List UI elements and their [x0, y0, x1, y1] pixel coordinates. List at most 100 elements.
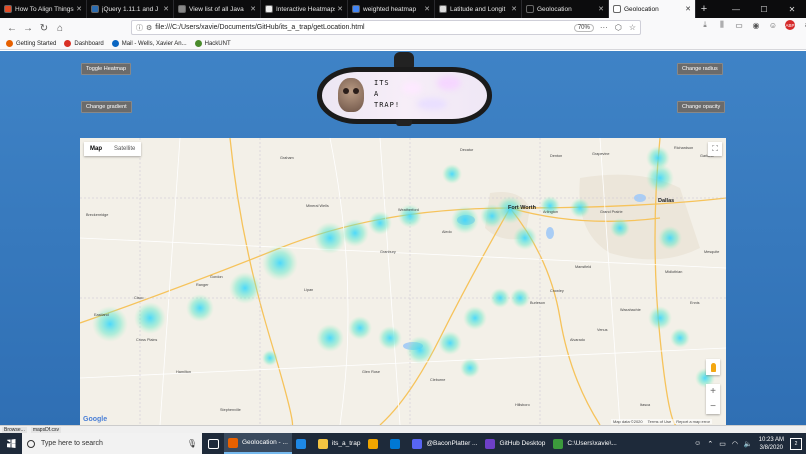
- bookmark-item[interactable]: Getting Started: [6, 40, 56, 47]
- start-button[interactable]: [0, 433, 22, 454]
- tab-favicon-icon: [439, 5, 447, 13]
- zoom-control: + −: [706, 384, 720, 414]
- city-label: Midlothian: [665, 270, 683, 274]
- city-label: Arlington: [543, 210, 558, 214]
- browser-tab[interactable]: Latitude and Longit ✕: [435, 0, 522, 18]
- taskbar-app[interactable]: @BaconPlatter ...: [408, 433, 481, 454]
- minimize-icon[interactable]: —: [722, 0, 750, 18]
- city-label: Burleson: [530, 301, 545, 305]
- browser-tab[interactable]: How To Align Things ✕: [0, 0, 87, 18]
- city-label: Breckenridge: [86, 213, 109, 217]
- google-logo[interactable]: Google: [83, 416, 107, 423]
- map-type-satellite-button[interactable]: Satellite: [108, 142, 141, 156]
- zoom-level[interactable]: 70%: [573, 23, 594, 32]
- browser-tab[interactable]: Interactive Heatmaps w✕: [261, 0, 348, 18]
- info-icon[interactable]: ⓘ: [136, 23, 143, 33]
- city-label: Cross Plains: [136, 338, 158, 342]
- tab-label: Geolocation: [624, 5, 659, 13]
- map-type-control[interactable]: Map Satellite: [84, 142, 142, 156]
- taskbar-app[interactable]: Geolocation - ...: [224, 433, 292, 454]
- map-type-map-button[interactable]: Map: [84, 142, 108, 156]
- tab-close-icon[interactable]: ✕: [76, 5, 82, 13]
- pocket-icon[interactable]: ⬡: [615, 23, 622, 32]
- taskbar-app[interactable]: [386, 433, 408, 454]
- browser-tab[interactable]: jQuery 1.11.1 and J ✕: [87, 0, 174, 18]
- sync-icon[interactable]: ☺: [768, 21, 778, 30]
- heatmap-map[interactable]: Fort Worth Dallas Garland Arlington Grand Pr…: [80, 138, 726, 425]
- tab-favicon-icon: [265, 5, 273, 13]
- downloaded-file[interactable]: mapsDf.csv: [30, 426, 61, 433]
- map-attribution: Map data ©2020 Terms of Use Report a map…: [611, 419, 712, 424]
- bookmarks-toolbar: Getting Started Dashboard Mail - Wells, Xa…: [0, 38, 806, 50]
- bookmark-icon: [6, 40, 13, 47]
- city-label: Denton: [550, 154, 563, 158]
- change-radius-button[interactable]: Change radius: [677, 63, 723, 75]
- adblock-icon[interactable]: ABP: [785, 20, 795, 30]
- downloads-icon[interactable]: ⤓: [700, 20, 710, 30]
- wifi-icon[interactable]: ◠: [732, 440, 738, 448]
- tab-close-icon[interactable]: ✕: [337, 5, 343, 13]
- tab-close-icon[interactable]: ✕: [163, 5, 169, 13]
- map-canvas[interactable]: [80, 138, 726, 425]
- browse-button[interactable]: Browse...: [2, 426, 27, 433]
- clock[interactable]: 10:23 AM 3/8/2020: [759, 436, 784, 452]
- search-icon: [27, 439, 35, 448]
- home-icon[interactable]: ⌂: [52, 20, 68, 36]
- tab-close-icon[interactable]: ✕: [250, 5, 256, 13]
- terms-link[interactable]: Terms of Use: [648, 419, 672, 424]
- bookmark-item[interactable]: Dashboard: [64, 40, 104, 47]
- tab-close-icon[interactable]: ✕: [685, 5, 691, 13]
- page-actions-icon[interactable]: ···: [600, 23, 608, 32]
- task-view-icon[interactable]: [202, 433, 224, 454]
- taskbar-app[interactable]: [292, 433, 314, 454]
- browser-tab[interactable]: Geolocation ✕: [609, 0, 696, 18]
- reload-icon[interactable]: ↻: [36, 20, 52, 36]
- toggle-heatmap-button[interactable]: Toggle Heatmap: [81, 63, 132, 75]
- taskbar-search[interactable]: Type here to search 🎙: [22, 433, 202, 454]
- system-tray: ☺ ⌃ ▭ ◠ 🔈 10:23 AM 3/8/2020 2: [694, 436, 806, 452]
- library-icon[interactable]: ⫼: [717, 20, 727, 30]
- tab-favicon-icon: [613, 5, 621, 13]
- bookmark-star-icon[interactable]: ☆: [629, 23, 636, 32]
- browser-tab[interactable]: View list of all Java ✕: [174, 0, 261, 18]
- taskbar-app[interactable]: GitHub Desktop: [481, 433, 549, 454]
- browser-tab[interactable]: weighted heatmap ✕: [348, 0, 435, 18]
- tab-label: Geolocation: [537, 5, 572, 13]
- close-window-icon[interactable]: ✕: [778, 0, 806, 18]
- city-label: Mansfield: [575, 265, 592, 269]
- street-view-pegman-icon[interactable]: [706, 359, 720, 375]
- sidebar-icon[interactable]: ▭: [734, 21, 744, 30]
- clock-date: 3/8/2020: [759, 444, 783, 451]
- tab-close-icon[interactable]: ✕: [424, 5, 430, 13]
- zoom-out-button[interactable]: −: [706, 399, 720, 414]
- volume-icon[interactable]: 🔈: [744, 440, 753, 448]
- city-label: Cisco: [134, 296, 144, 300]
- zoom-in-button[interactable]: +: [706, 384, 720, 399]
- tab-close-icon[interactable]: ✕: [511, 5, 517, 13]
- bookmark-item[interactable]: Mail - Wells, Xavier An...: [111, 40, 187, 47]
- maximize-icon[interactable]: ☐: [750, 0, 778, 18]
- extension-icon[interactable]: ◉: [751, 21, 761, 30]
- fullscreen-icon[interactable]: ⛶: [708, 142, 722, 156]
- menu-icon[interactable]: ≡: [802, 21, 806, 30]
- change-opacity-button[interactable]: Change opacity: [677, 101, 726, 113]
- url-bar[interactable]: ⓘ ⚙ file:///C:/Users/xavie/Documents/Git…: [131, 20, 641, 35]
- taskbar-app[interactable]: [364, 433, 386, 454]
- forward-icon[interactable]: →: [20, 20, 36, 36]
- bookmark-item[interactable]: HackUNT: [194, 40, 231, 47]
- notifications-icon[interactable]: 2: [790, 437, 802, 450]
- report-error-link[interactable]: Report a map error: [676, 419, 710, 424]
- chevron-up-icon[interactable]: ⌃: [707, 440, 713, 448]
- change-gradient-button[interactable]: Change gradient: [81, 101, 132, 113]
- url-text[interactable]: file:///C:/Users/xavie/Documents/GitHub/…: [155, 24, 574, 31]
- taskbar-app[interactable]: C:\Users\xavie\...: [549, 433, 620, 454]
- battery-icon[interactable]: ▭: [719, 440, 726, 448]
- microphone-icon[interactable]: 🎙: [187, 439, 197, 448]
- people-icon[interactable]: ☺: [694, 440, 701, 447]
- back-icon[interactable]: ←: [4, 20, 20, 36]
- tab-close-icon[interactable]: ✕: [598, 5, 604, 13]
- browser-tab[interactable]: Geolocation ✕: [522, 0, 609, 18]
- new-tab-button[interactable]: +: [696, 0, 712, 18]
- taskbar-app[interactable]: its_a_trap: [314, 433, 365, 454]
- search-placeholder[interactable]: Type here to search: [41, 440, 187, 447]
